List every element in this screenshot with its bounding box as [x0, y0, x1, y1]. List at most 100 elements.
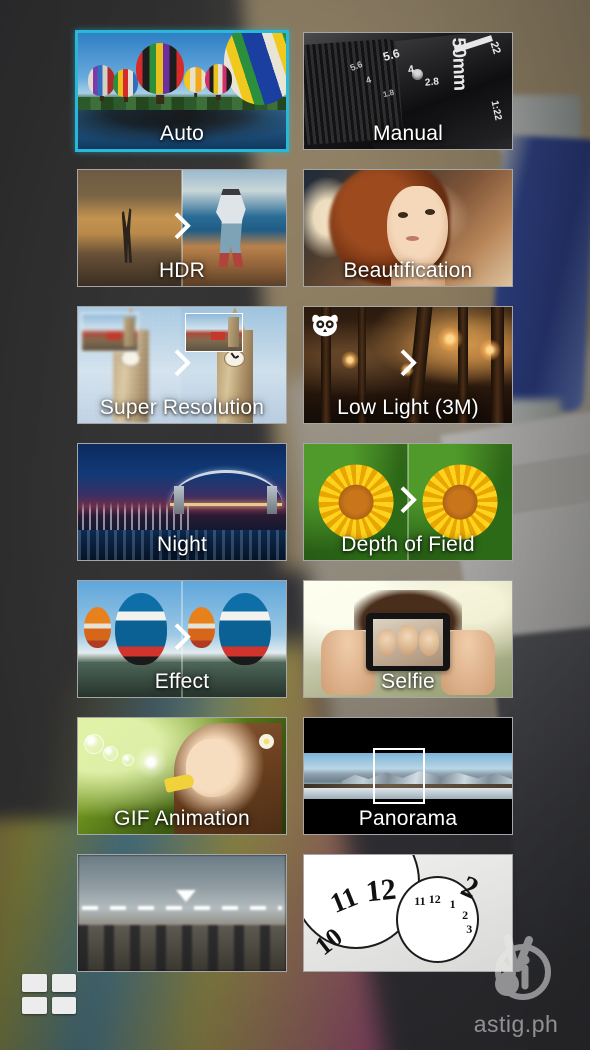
gif-bubble-burst: [134, 744, 169, 779]
mode-art-beautification: [304, 170, 512, 286]
auto-balloon-5: [204, 64, 232, 95]
timelapse-track-line: [82, 906, 282, 911]
night-bridge-arch: [169, 470, 282, 504]
clock-inner-numeral-11: 11: [414, 894, 426, 909]
mode-art-auto: [78, 33, 286, 149]
mode-tile-depth-of-field[interactable]: Depth of Field: [303, 443, 513, 561]
dof-split-line: [407, 444, 409, 560]
hdr-lit-figure: [216, 188, 246, 268]
selfie-face-1: [376, 629, 397, 656]
effect-before-hills: [78, 662, 182, 697]
auto-balloon-4: [184, 66, 207, 93]
clock-inner-numeral-1: 1: [449, 896, 456, 911]
mode-art-selfie: [304, 581, 512, 697]
panorama-capture-frame: [372, 748, 425, 804]
auto-balloon-3: [113, 68, 139, 97]
clock-inner-numeral-12: 12: [428, 892, 441, 907]
mode-tile-hdr[interactable]: HDR: [77, 169, 287, 287]
mode-art-low-light: [304, 307, 512, 423]
mode-art-night: [78, 444, 286, 560]
lowlight-trunk-5: [491, 307, 504, 423]
sr-thumb-bus: [106, 331, 122, 340]
hdr-after-half: [182, 170, 286, 286]
camera-mode-screen: Auto 50mm 5.6 4 2.8 5.6 4 1.8 22 1:22 Ma…: [0, 0, 590, 1050]
gif-bubble-3: [121, 753, 134, 766]
lowlight-lamp-3: [341, 351, 360, 370]
mode-tile-panorama[interactable]: Panorama: [303, 717, 513, 835]
grid-cell-2: [51, 974, 76, 992]
dof-after-half: [408, 444, 512, 560]
selfie-face-3: [419, 628, 440, 656]
mode-tile-super-resolution[interactable]: Super Resolution: [77, 306, 287, 424]
mode-art-timelapse: [78, 855, 286, 971]
mode-art-time-rewind: 11 12 2 10 11 12 1 2 3: [304, 855, 512, 971]
timelapse-objects: [78, 924, 286, 971]
effect-split-line: [181, 581, 183, 697]
clock-numeral-2: 2: [456, 869, 484, 906]
mode-art-effect: [78, 581, 286, 697]
gif-hair-flower: [258, 734, 274, 750]
night-harbour-water: [78, 529, 286, 560]
mode-tile-low-light[interactable]: Low Light (3M): [303, 306, 513, 424]
gif-girl-face: [186, 738, 241, 797]
sr-thumb-tower: [123, 316, 135, 347]
grid-cell-4: [51, 996, 76, 1014]
night-bridge-deck: [169, 503, 282, 507]
grid-cell-1: [22, 974, 47, 992]
night-bridge-pylon-left: [174, 486, 185, 514]
mode-tile-auto[interactable]: Auto: [77, 32, 287, 150]
mode-tile-selfie[interactable]: Selfie: [303, 580, 513, 698]
sr-before-thumbnail: [81, 312, 140, 353]
effect-before-half: [78, 581, 182, 697]
hdr-before-half: [78, 170, 182, 286]
sr-thumb-tower-after: [227, 316, 239, 347]
timelapse-marker-icon: [175, 889, 196, 902]
sr-after-thumbnail: [185, 312, 244, 353]
hdr-silhouette-figure: [121, 208, 132, 263]
gif-bubble-1: [84, 734, 105, 755]
lowlight-trunk-4: [457, 307, 469, 423]
effect-after-hills: [182, 662, 286, 697]
dof-before-sunflower: [318, 464, 394, 540]
effect-after-balloon-large: [219, 592, 272, 665]
lowlight-trunk-2: [358, 307, 367, 423]
mode-art-manual: 50mm 5.6 4 2.8 5.6 4 1.8 22 1:22: [304, 33, 512, 149]
beauty-hand: [391, 262, 446, 286]
clock-numeral-12: 12: [364, 872, 398, 909]
mode-grid: Auto 50mm 5.6 4 2.8 5.6 4 1.8 22 1:22 Ma…: [77, 32, 513, 972]
mode-art-hdr: [78, 170, 286, 286]
effect-after-half: [182, 581, 286, 697]
auto-water-reflection: [78, 109, 286, 149]
gif-bubble-2: [102, 745, 118, 761]
super-resolution-after-half: [182, 307, 286, 423]
clock-inner-numeral-3: 3: [466, 922, 473, 937]
selfie-phone: [366, 613, 450, 672]
effect-before-balloon-small: [84, 606, 112, 649]
selfie-phone-screen: [373, 618, 443, 667]
grid-cell-3: [22, 996, 47, 1014]
mode-tile-beautification[interactable]: Beautification: [303, 169, 513, 287]
lowlight-lamp-1: [437, 325, 464, 352]
dof-after-sunflower: [422, 464, 498, 540]
mode-tile-night[interactable]: Night: [77, 443, 287, 561]
mode-art-panorama: [304, 718, 512, 834]
dof-before-center: [338, 484, 374, 520]
manual-focal-length-text: 50mm: [447, 36, 471, 91]
mode-tile-manual[interactable]: 50mm 5.6 4 2.8 5.6 4 1.8 22 1:22 Manual: [303, 32, 513, 150]
sr-thumb-bus-after: [210, 331, 226, 340]
mode-tile-gif-animation[interactable]: GIF Animation: [77, 717, 287, 835]
mode-tile-effect[interactable]: Effect: [77, 580, 287, 698]
hdr-split-line: [181, 170, 183, 286]
mode-tile-time-rewind[interactable]: 11 12 2 10 11 12 1 2 3: [303, 854, 513, 972]
mode-art-super-resolution: [78, 307, 286, 423]
super-resolution-before-half: [78, 307, 182, 423]
mode-tile-timelapse[interactable]: [77, 854, 287, 972]
effect-after-balloon-small: [188, 606, 216, 649]
lowlight-trunk-1: [320, 307, 332, 423]
auto-balloon-1: [136, 43, 185, 95]
manual-aperture-2-8: 2.8: [424, 76, 440, 89]
selfie-face-2: [397, 625, 419, 655]
grid-view-toggle-button[interactable]: [22, 974, 76, 1014]
mode-art-gif-animation: [78, 718, 286, 834]
night-bridge-pylon-right: [267, 486, 278, 514]
